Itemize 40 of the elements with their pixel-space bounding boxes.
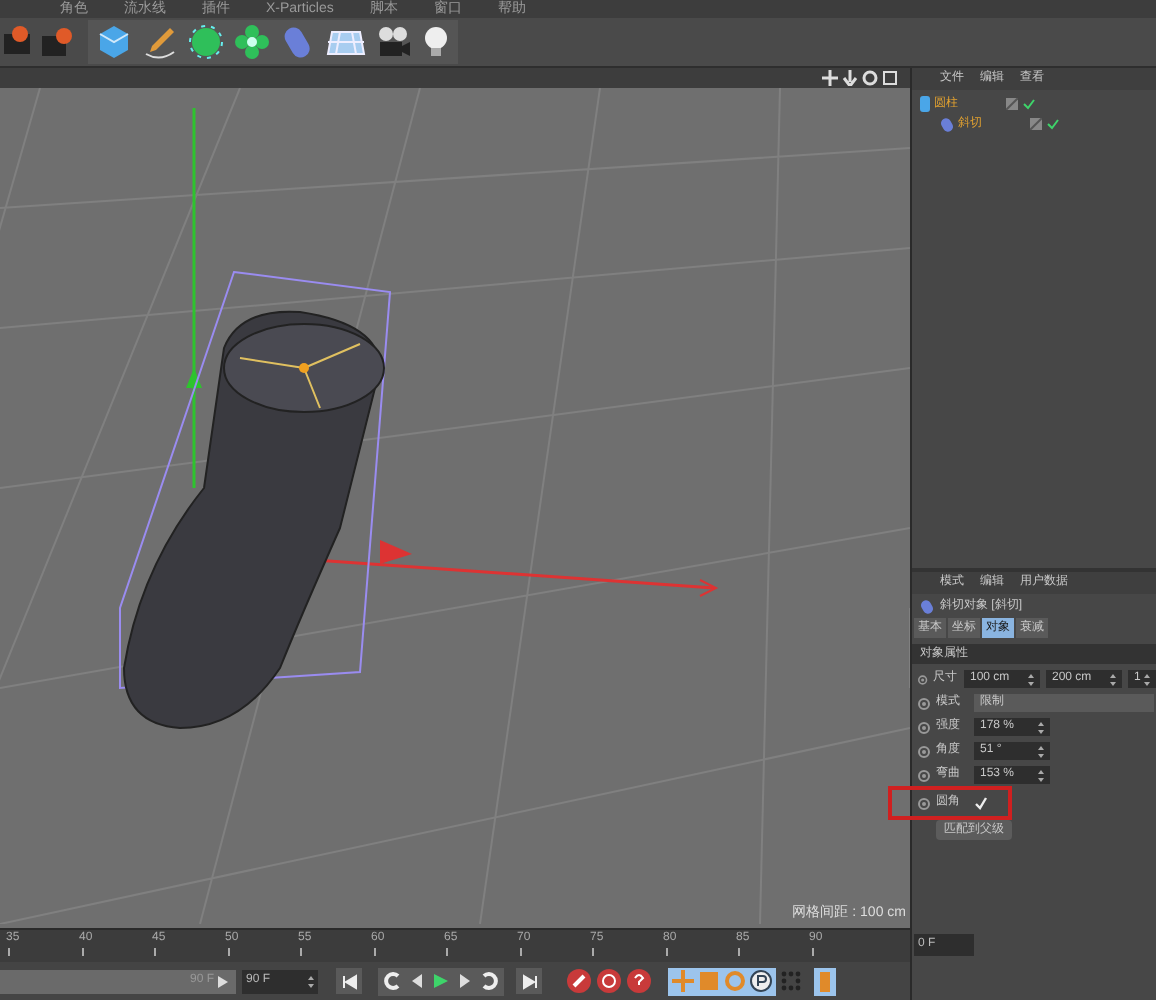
record-icon[interactable] [566, 968, 592, 994]
help-icon[interactable] [626, 968, 652, 994]
zoom-view-icon[interactable] [842, 70, 858, 86]
spinner-icon [1028, 673, 1034, 685]
radio-icon[interactable] [918, 797, 930, 809]
next-frame-icon[interactable] [456, 972, 474, 990]
spinner-icon [1110, 673, 1116, 685]
first-frame-button[interactable] [336, 968, 362, 994]
parameter-key-icon[interactable] [750, 970, 772, 992]
visibility-toggle-icon[interactable] [1006, 98, 1018, 110]
maximize-view-icon[interactable] [882, 70, 898, 86]
skip-end-icon [521, 973, 537, 989]
spinner-icon [1038, 769, 1044, 781]
spinner-icon [308, 975, 314, 987]
loop-forward-icon[interactable] [480, 972, 498, 990]
pen-icon[interactable] [142, 24, 178, 60]
deformer-icon [940, 117, 954, 131]
spinner-icon [1038, 745, 1044, 757]
checkbox[interactable] [974, 796, 988, 810]
play-icon[interactable] [432, 972, 450, 990]
highlight-box [888, 786, 1012, 820]
dot-grid-icon[interactable] [780, 970, 802, 992]
move-view-icon[interactable] [822, 70, 838, 86]
visibility-toggle-icon[interactable] [1030, 118, 1042, 130]
spinner-icon [1144, 673, 1150, 685]
light-bulb-icon[interactable] [422, 24, 450, 60]
last-frame-button[interactable] [516, 968, 542, 994]
slider-handle-icon[interactable] [218, 975, 228, 987]
loop-back-icon[interactable] [384, 972, 402, 990]
rotate-view-icon[interactable] [862, 70, 878, 86]
cylinder-icon [920, 96, 930, 112]
previous-frame-icon[interactable] [408, 972, 426, 990]
flower-icon[interactable] [234, 24, 270, 60]
sphere-icon[interactable] [188, 24, 224, 60]
cube-icon[interactable] [96, 24, 132, 60]
skip-start-icon [341, 973, 357, 989]
camera-icon[interactable] [376, 24, 412, 60]
object-icon [920, 599, 934, 613]
autokey-icon[interactable] [596, 968, 622, 994]
spinner-icon [1038, 721, 1044, 733]
